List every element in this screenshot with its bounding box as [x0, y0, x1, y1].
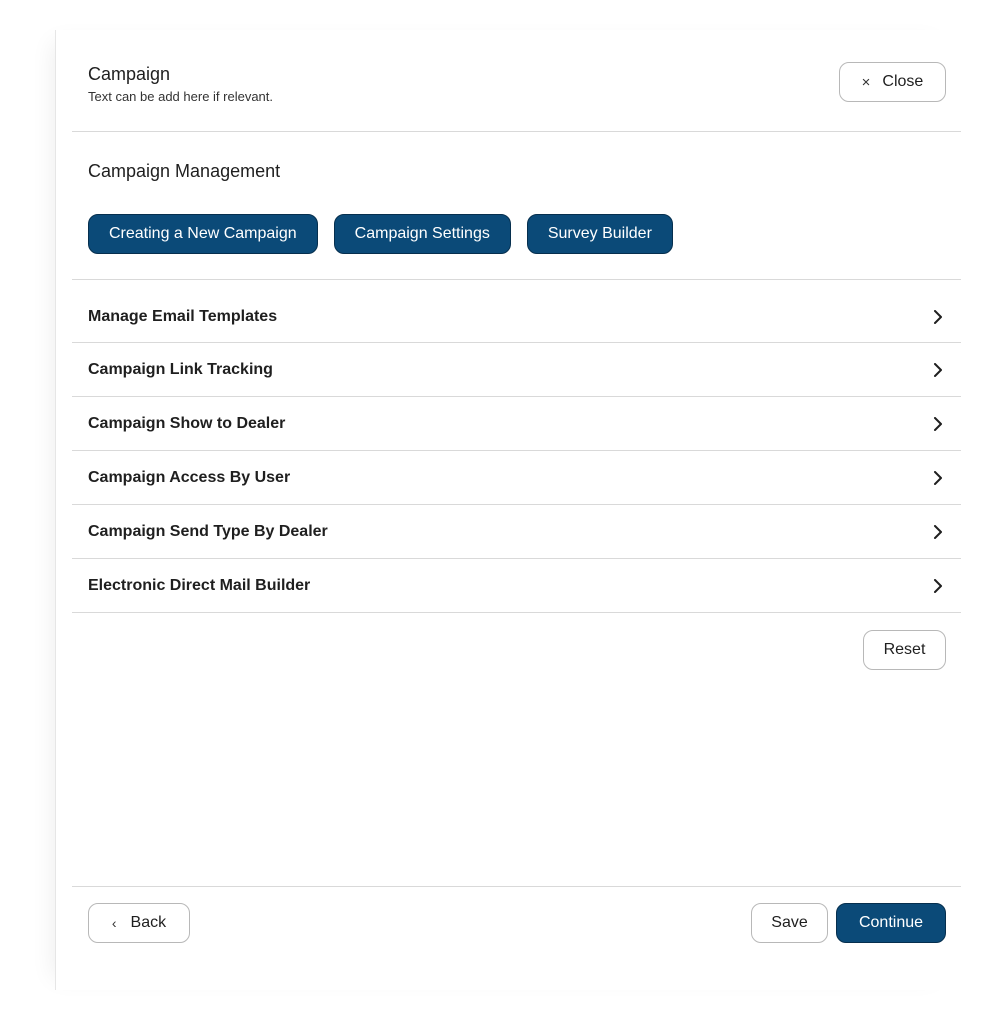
creating-new-campaign-button[interactable]: Creating a New Campaign [88, 214, 318, 254]
close-icon: × [861, 73, 871, 91]
chevron-right-icon [934, 310, 942, 324]
continue-button[interactable]: Continue [836, 903, 946, 943]
chevron-right-icon [934, 578, 942, 593]
list-item-label: Campaign Link Tracking [88, 360, 273, 378]
list-item-manage-email-templates[interactable]: Manage Email Templates [72, 280, 961, 343]
management-chip-row: Creating a New Campaign Campaign Setting… [88, 214, 673, 254]
panel-footer: ‹ Back Save Continue [72, 886, 961, 990]
save-button[interactable]: Save [751, 903, 828, 943]
chevron-left-icon: ‹ [111, 915, 117, 931]
campaign-settings-button[interactable]: Campaign Settings [333, 214, 511, 254]
back-button[interactable]: ‹ Back [88, 903, 190, 943]
panel-header: Campaign Text can be add here if relevan… [72, 30, 961, 132]
reset-button[interactable]: Reset [863, 630, 946, 670]
campaign-panel: Campaign Text can be add here if relevan… [55, 30, 961, 990]
page-title: Campaign [88, 64, 171, 84]
list-item-electronic-direct-mail-builder[interactable]: Electronic Direct Mail Builder [72, 559, 961, 613]
list-item-campaign-send-type-by-dealer[interactable]: Campaign Send Type By Dealer [72, 505, 961, 559]
chevron-right-icon [934, 362, 942, 377]
chevron-right-icon [934, 524, 942, 539]
list-item-label: Campaign Send Type By Dealer [88, 522, 328, 540]
survey-builder-button[interactable]: Survey Builder [526, 214, 673, 254]
section-title: Campaign Management [88, 161, 281, 181]
chevron-right-icon [934, 470, 942, 485]
chevron-right-icon [934, 416, 942, 431]
page-subtitle: Text can be add here if relevant. [88, 89, 274, 104]
list-item-label: Manage Email Templates [88, 308, 278, 325]
settings-list: Manage Email Templates Campaign Link Tra… [72, 279, 961, 613]
list-item-campaign-show-to-dealer[interactable]: Campaign Show to Dealer [72, 397, 961, 451]
list-item-label: Campaign Show to Dealer [88, 414, 286, 432]
list-item-label: Electronic Direct Mail Builder [88, 576, 311, 594]
list-item-label: Campaign Access By User [88, 468, 291, 486]
close-button[interactable]: × Close [839, 62, 946, 102]
list-item-campaign-access-by-user[interactable]: Campaign Access By User [72, 451, 961, 505]
close-button-label: Close [882, 73, 924, 90]
back-button-label: Back [130, 914, 167, 931]
list-item-campaign-link-tracking[interactable]: Campaign Link Tracking [72, 343, 961, 397]
